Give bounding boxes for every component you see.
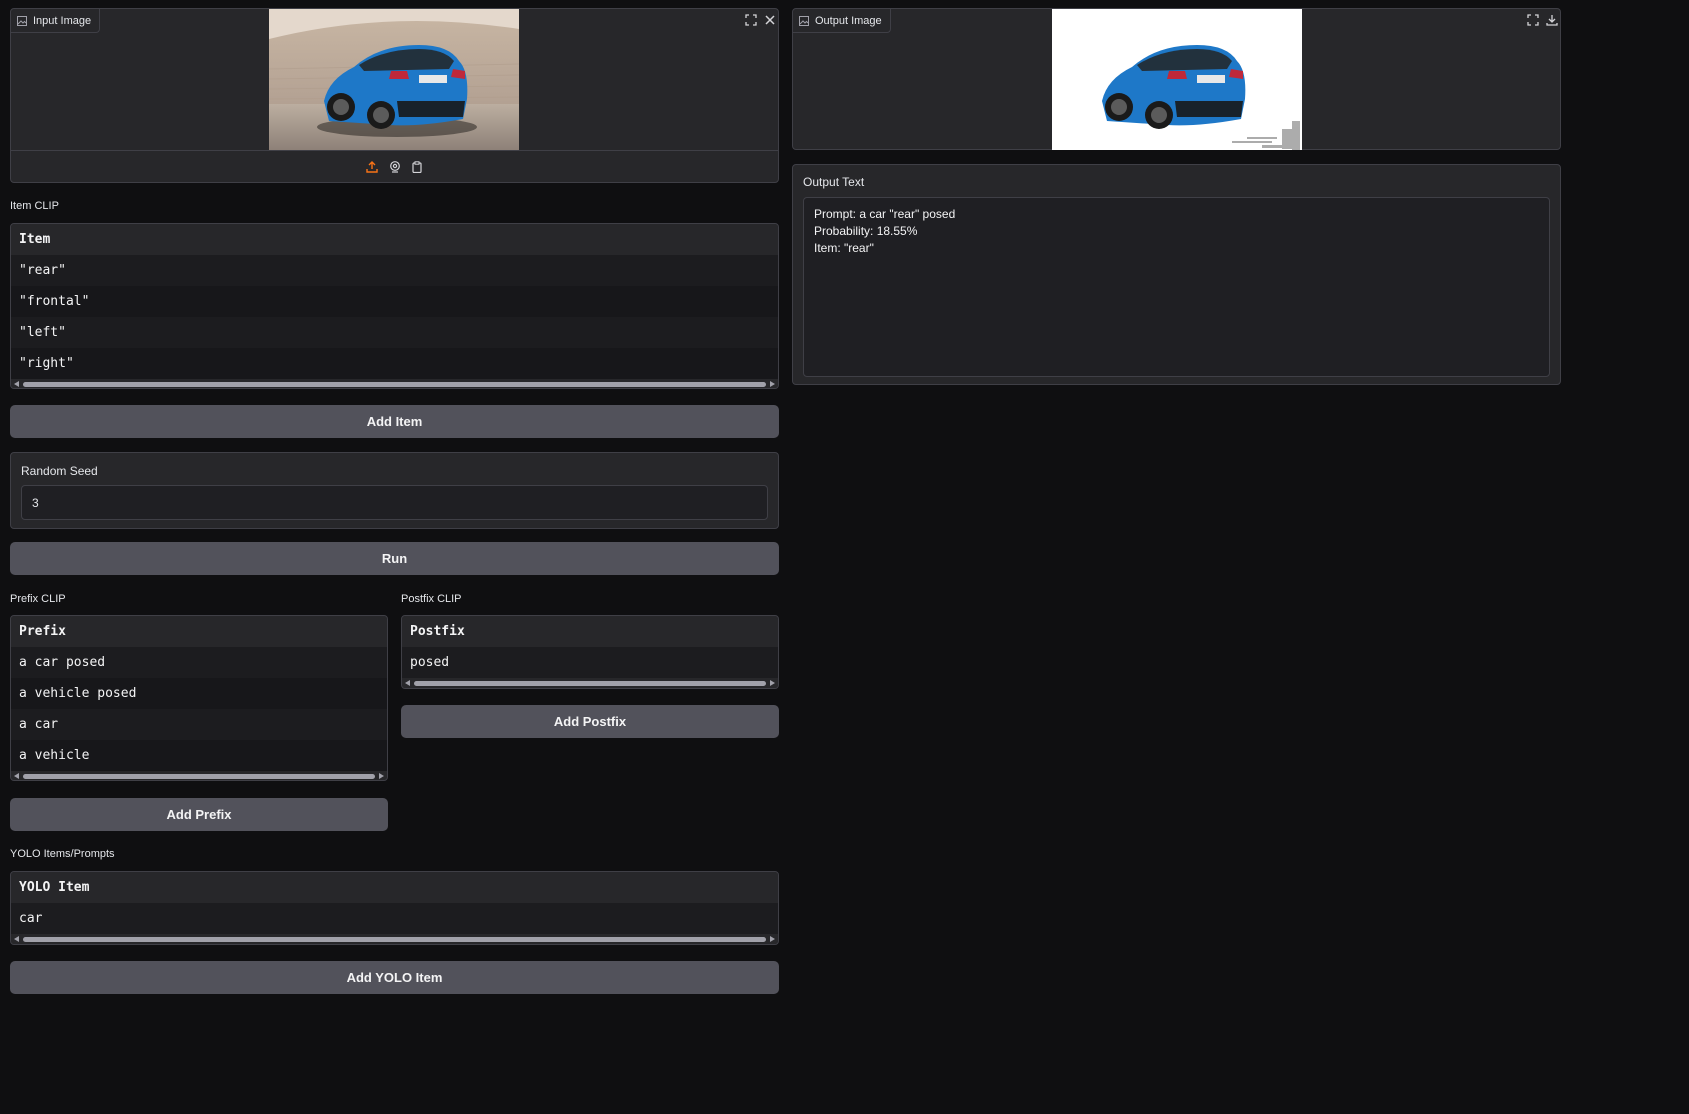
output-textbox[interactable]: Prompt: a car "rear" posed Probability: …	[803, 197, 1550, 377]
table-header[interactable]: Prefix	[11, 616, 387, 647]
add-prefix-button[interactable]: Add Prefix	[10, 798, 388, 831]
output-car-image	[1052, 9, 1302, 150]
table-row[interactable]: "rear"	[11, 255, 778, 286]
table-row[interactable]: "left"	[11, 317, 778, 348]
horizontal-scrollbar[interactable]	[11, 379, 778, 388]
webcam-icon[interactable]	[386, 158, 404, 176]
random-seed-label: Random Seed	[21, 464, 98, 478]
item-clip-table: Item "rear" "frontal" "left" "right"	[10, 223, 779, 389]
yolo-table: YOLO Item car	[10, 871, 779, 945]
add-item-button[interactable]: Add Item	[10, 405, 779, 438]
item-clip-label: Item CLIP	[10, 200, 59, 212]
add-yolo-item-button[interactable]: Add YOLO Item	[10, 961, 779, 994]
prefix-clip-label: Prefix CLIP	[10, 593, 66, 605]
input-image-label: Input Image	[33, 14, 92, 27]
horizontal-scrollbar[interactable]	[402, 678, 778, 688]
input-image-tag: Input Image	[11, 9, 101, 33]
table-row[interactable]: a car posed	[11, 647, 387, 678]
output-image-tag: Output Image	[793, 9, 891, 33]
yolo-label: YOLO Items/Prompts	[10, 848, 115, 860]
postfix-clip-table: Postfix posed	[401, 615, 779, 689]
table-header[interactable]: Postfix	[402, 616, 778, 647]
table-row[interactable]: a vehicle	[11, 740, 387, 771]
output-line-probability: Probability: 18.55%	[814, 224, 918, 238]
table-header[interactable]: Item	[11, 224, 778, 255]
prefix-clip-table: Prefix a car posed a vehicle posed a car…	[10, 615, 388, 781]
output-image-panel: Output Image	[792, 8, 1561, 150]
input-car-image	[269, 9, 519, 150]
output-line-prompt: Prompt: a car "rear" posed	[814, 207, 956, 221]
download-icon[interactable]	[1543, 11, 1561, 29]
fullscreen-icon[interactable]	[1524, 11, 1542, 29]
random-seed-input[interactable]	[21, 485, 768, 520]
table-header[interactable]: YOLO Item	[11, 872, 778, 903]
table-row[interactable]: posed	[402, 647, 778, 678]
image-icon	[799, 15, 809, 26]
image-icon	[17, 15, 27, 26]
table-row[interactable]: "right"	[11, 348, 778, 379]
table-row[interactable]: a vehicle posed	[11, 678, 387, 709]
table-row[interactable]: "frontal"	[11, 286, 778, 317]
upload-icon[interactable]	[363, 158, 381, 176]
postfix-clip-label: Postfix CLIP	[401, 593, 462, 605]
fullscreen-icon[interactable]	[742, 11, 760, 29]
output-line-item: Item: "rear"	[814, 241, 874, 255]
output-text-panel: Output Text Prompt: a car "rear" posed P…	[792, 164, 1561, 385]
horizontal-scrollbar[interactable]	[11, 771, 387, 780]
add-postfix-button[interactable]: Add Postfix	[401, 705, 779, 738]
horizontal-scrollbar[interactable]	[11, 934, 778, 944]
table-row[interactable]: car	[11, 903, 778, 934]
random-seed-panel: Random Seed	[10, 452, 779, 529]
output-text-label: Output Text	[803, 175, 865, 189]
output-image-label: Output Image	[815, 14, 882, 27]
close-icon[interactable]	[761, 11, 779, 29]
clipboard-icon[interactable]	[408, 158, 426, 176]
run-button[interactable]: Run	[10, 542, 779, 575]
input-image-panel: Input Image	[10, 8, 779, 183]
table-row[interactable]: a car	[11, 709, 387, 740]
